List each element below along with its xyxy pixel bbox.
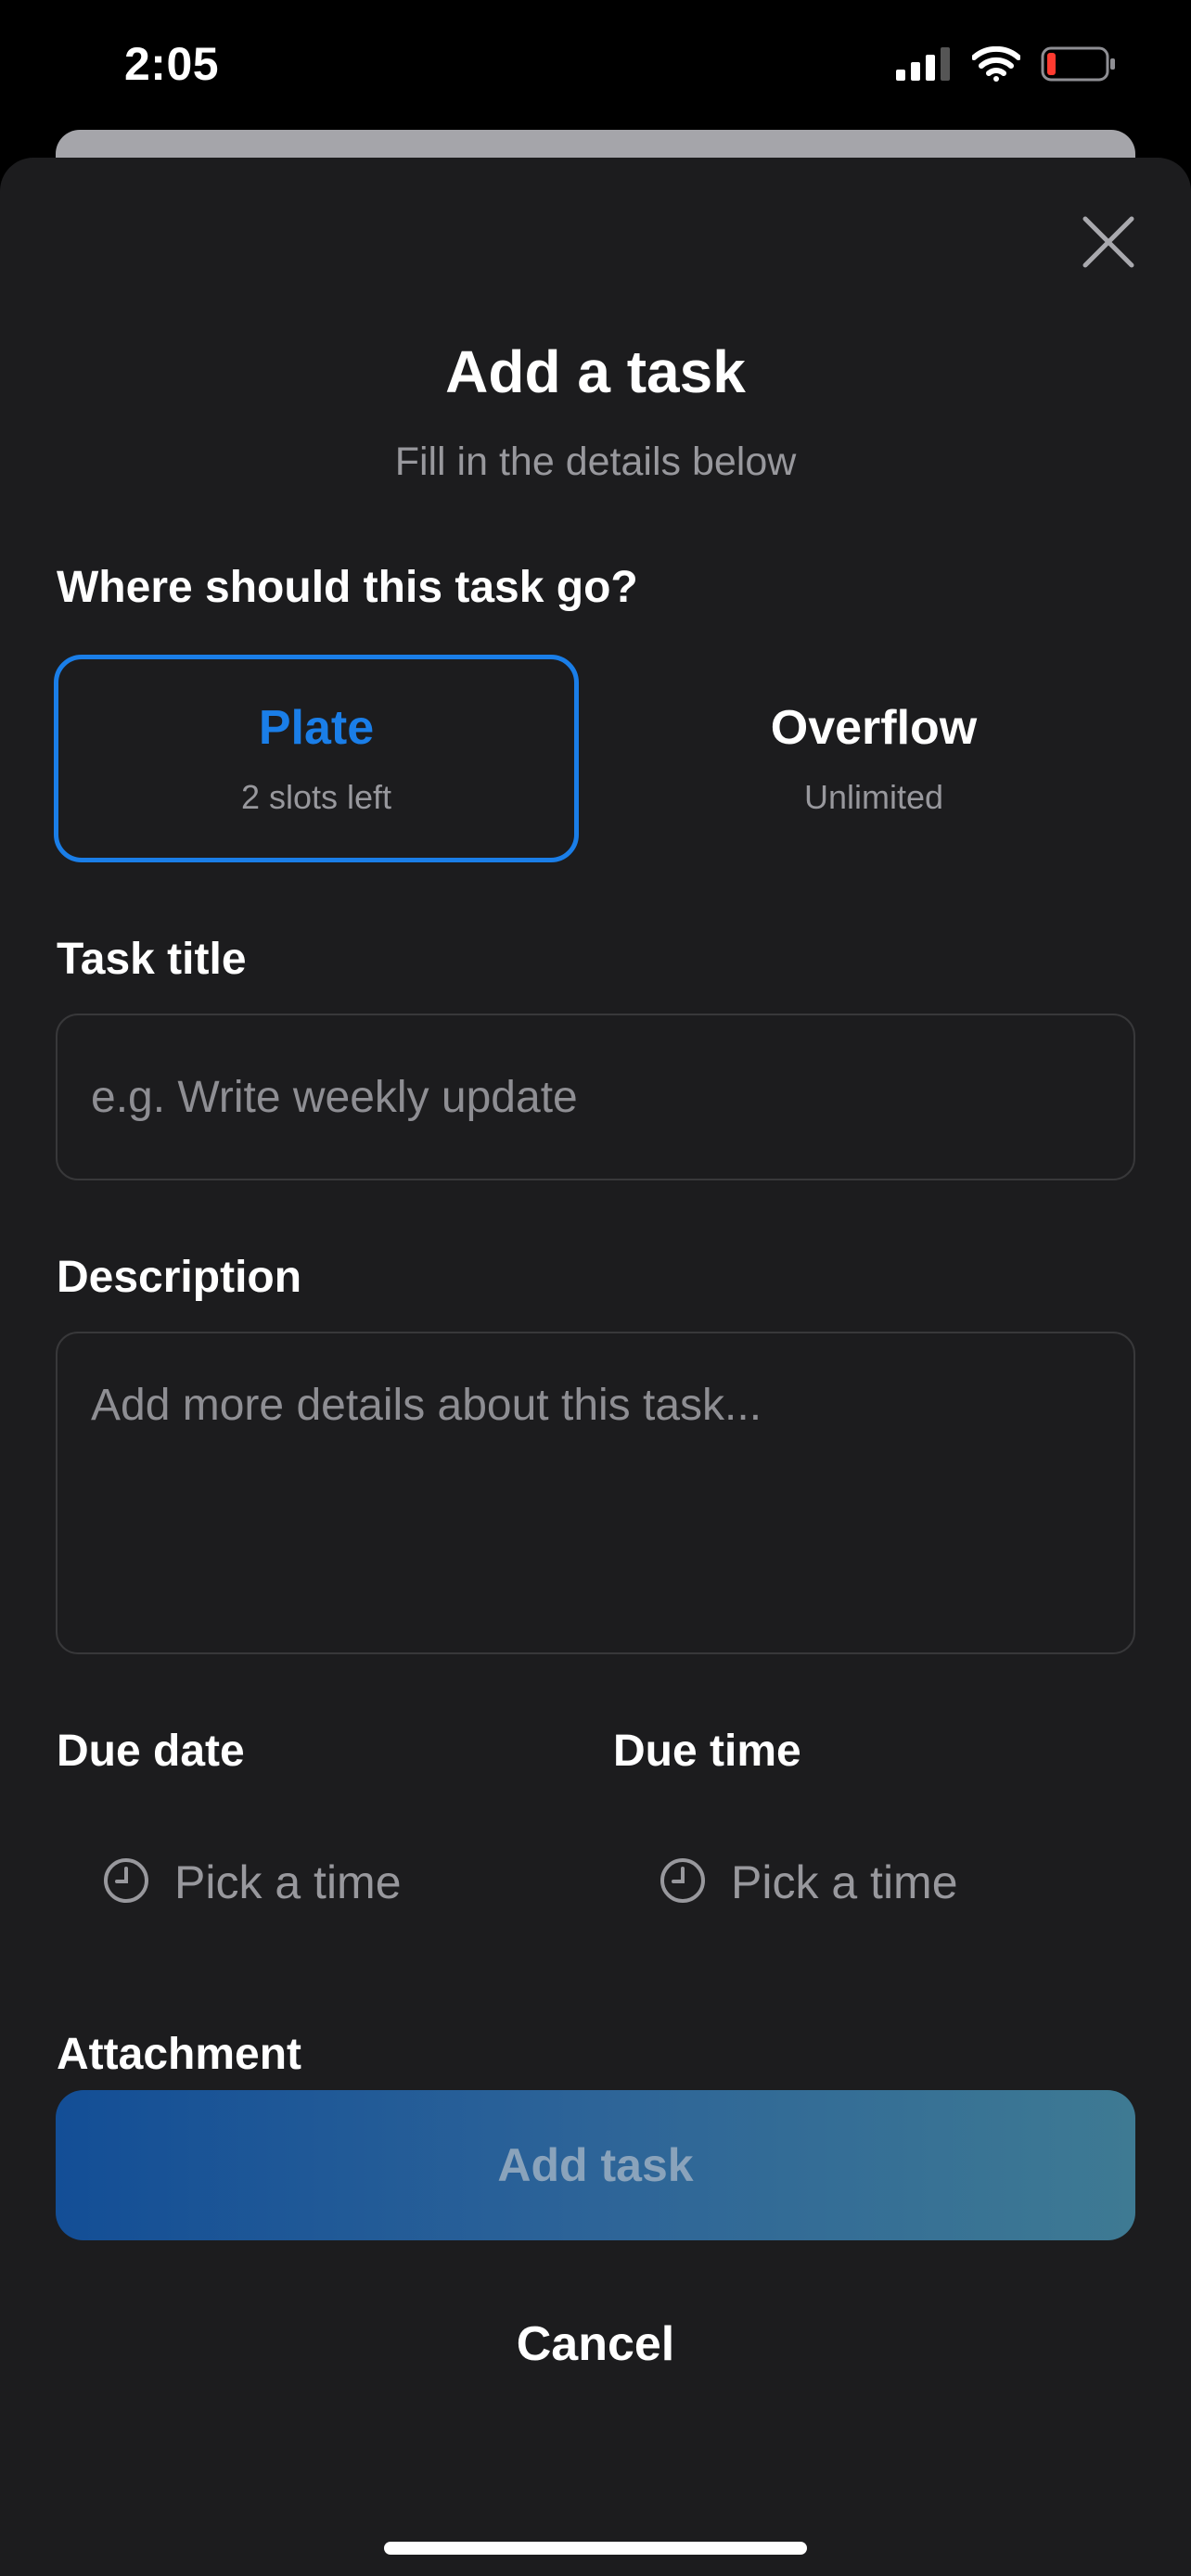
clock-icon — [659, 1856, 707, 1909]
battery-low-icon — [1041, 46, 1117, 86]
close-icon — [1082, 216, 1134, 273]
due-date-picker-text: Pick a time — [174, 1856, 402, 1908]
home-indicator — [384, 2542, 807, 2555]
destination-option-overflow[interactable]: Overflow Unlimited — [611, 655, 1136, 862]
task-title-label: Task title — [57, 935, 247, 984]
option-title: Overflow — [770, 701, 978, 755]
attachment-label: Attachment — [57, 2030, 302, 2079]
option-subtitle: 2 slots left — [240, 778, 392, 816]
description-textarea[interactable] — [56, 1332, 1135, 1654]
due-time-label: Due time — [613, 1727, 801, 1776]
due-time-picker-text: Pick a time — [731, 1856, 958, 1908]
close-button[interactable] — [1067, 202, 1150, 286]
due-date-label: Due date — [57, 1727, 245, 1776]
cellular-signal-icon — [896, 47, 952, 85]
wifi-icon — [971, 45, 1021, 86]
due-time-picker[interactable]: Pick a time — [659, 1845, 958, 1919]
task-title-input[interactable] — [56, 1014, 1135, 1180]
screen: 2:05 Add a task Fill in the details belo… — [0, 0, 1191, 2576]
destination-label: Where should this task go? — [57, 563, 638, 612]
description-label: Description — [57, 1253, 302, 1302]
option-subtitle: Unlimited — [803, 778, 944, 816]
clock-icon — [102, 1856, 150, 1909]
status-icons — [896, 45, 1117, 86]
cancel-button[interactable]: Cancel — [0, 2316, 1191, 2372]
destination-option-plate[interactable]: Plate 2 slots left — [54, 655, 579, 862]
add-task-button-label: Add task — [497, 2139, 694, 2191]
sheet-title: Add a task — [445, 338, 746, 405]
status-time: 2:05 — [124, 38, 220, 90]
add-task-button[interactable]: Add task — [56, 2090, 1135, 2240]
sheet-subtitle: Fill in the details below — [394, 440, 797, 484]
option-title: Plate — [258, 701, 375, 755]
due-date-picker[interactable]: Pick a time — [102, 1845, 402, 1919]
